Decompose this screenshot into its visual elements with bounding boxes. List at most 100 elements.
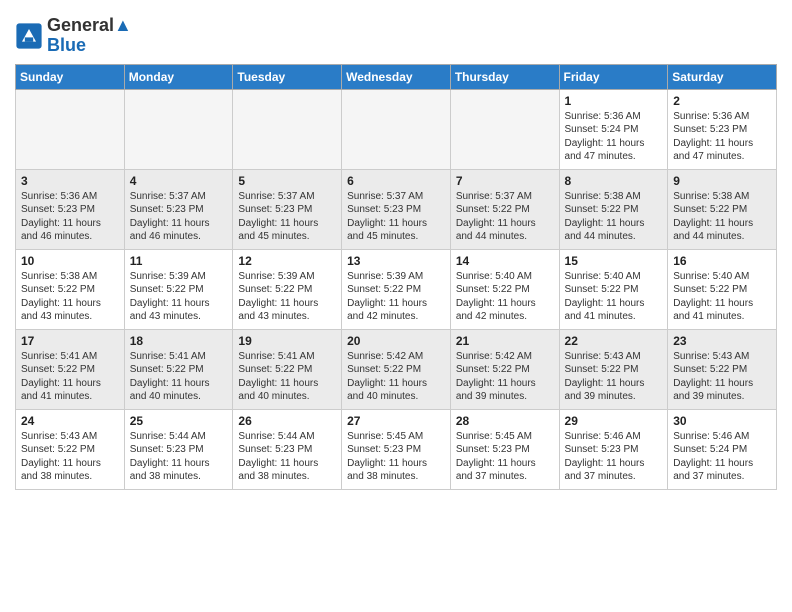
day-info: Sunrise: 5:37 AM Sunset: 5:23 PM Dayligh… [347, 190, 445, 244]
day-number: 10 [21, 254, 119, 268]
day-number: 18 [130, 334, 228, 348]
calendar-cell: 12 Sunrise: 5:39 AM Sunset: 5:22 PM Dayli… [233, 249, 342, 329]
calendar-cell: 9 Sunrise: 5:38 AM Sunset: 5:22 PM Daylig… [668, 169, 777, 249]
calendar-cell: 13 Sunrise: 5:39 AM Sunset: 5:22 PM Dayli… [342, 249, 451, 329]
calendar-cell: 20Sunrise: 5:42 AM Sunset: 5:22 PM Dayli… [342, 329, 451, 409]
day-number: 8 [565, 174, 663, 188]
calendar-cell: 8 Sunrise: 5:38 AM Sunset: 5:22 PM Daylig… [559, 169, 668, 249]
calendar-cell [450, 89, 559, 169]
day-number: 2 [673, 94, 771, 108]
day-info: Sunrise: 5:44 AM Sunset: 5:23 PM Dayligh… [130, 430, 228, 484]
day-number: 29 [565, 414, 663, 428]
calendar-cell: 28 Sunrise: 5:45 AM Sunset: 5:23 PM Dayli… [450, 409, 559, 489]
calendar-cell [342, 89, 451, 169]
day-number: 21 [456, 334, 554, 348]
weekday-header-wednesday: Wednesday [342, 64, 451, 89]
day-info: Sunrise: 5:39 AM Sunset: 5:22 PM Dayligh… [130, 270, 228, 324]
calendar-cell: 1 Sunrise: 5:36 AM Sunset: 5:24 PM Daylig… [559, 89, 668, 169]
calendar-cell: 21 Sunrise: 5:42 AM Sunset: 5:22 PM Dayli… [450, 329, 559, 409]
calendar: SundayMondayTuesdayWednesdayThursdayFrid… [15, 64, 777, 490]
day-info: Sunrise: 5:39 AM Sunset: 5:22 PM Dayligh… [238, 270, 336, 324]
calendar-cell: 3 Sunrise: 5:36 AM Sunset: 5:23 PM Daylig… [16, 169, 125, 249]
day-info: Sunrise: 5:38 AM Sunset: 5:22 PM Dayligh… [673, 190, 771, 244]
day-number: 25 [130, 414, 228, 428]
day-number: 17 [21, 334, 119, 348]
day-number: 6 [347, 174, 445, 188]
calendar-cell: 4Sunrise: 5:37 AM Sunset: 5:23 PM Daylig… [124, 169, 233, 249]
day-number: 9 [673, 174, 771, 188]
calendar-cell: 10 Sunrise: 5:38 AM Sunset: 5:22 PM Dayli… [16, 249, 125, 329]
day-number: 14 [456, 254, 554, 268]
day-info: Sunrise: 5:40 AM Sunset: 5:22 PM Dayligh… [565, 270, 663, 324]
day-info: Sunrise: 5:40 AM Sunset: 5:22 PM Dayligh… [456, 270, 554, 324]
day-number: 26 [238, 414, 336, 428]
day-info: Sunrise: 5:43 AM Sunset: 5:22 PM Dayligh… [673, 350, 771, 404]
day-number: 20 [347, 334, 445, 348]
calendar-cell: 30 Sunrise: 5:46 AM Sunset: 5:24 PM Dayli… [668, 409, 777, 489]
logo: General▲ Blue [15, 16, 132, 56]
day-info: Sunrise: 5:41 AM Sunset: 5:22 PM Dayligh… [130, 350, 228, 404]
day-number: 13 [347, 254, 445, 268]
day-number: 5 [238, 174, 336, 188]
calendar-cell: 14 Sunrise: 5:40 AM Sunset: 5:22 PM Dayli… [450, 249, 559, 329]
weekday-header-sunday: Sunday [16, 64, 125, 89]
day-info: Sunrise: 5:45 AM Sunset: 5:23 PM Dayligh… [456, 430, 554, 484]
day-info: Sunrise: 5:36 AM Sunset: 5:23 PM Dayligh… [673, 110, 771, 164]
day-number: 11 [130, 254, 228, 268]
calendar-cell: 27Sunrise: 5:45 AM Sunset: 5:23 PM Dayli… [342, 409, 451, 489]
page-header: General▲ Blue [15, 10, 777, 56]
day-number: 24 [21, 414, 119, 428]
day-info: Sunrise: 5:41 AM Sunset: 5:22 PM Dayligh… [238, 350, 336, 404]
day-info: Sunrise: 5:46 AM Sunset: 5:24 PM Dayligh… [673, 430, 771, 484]
day-info: Sunrise: 5:37 AM Sunset: 5:23 PM Dayligh… [238, 190, 336, 244]
day-number: 23 [673, 334, 771, 348]
day-info: Sunrise: 5:43 AM Sunset: 5:22 PM Dayligh… [565, 350, 663, 404]
weekday-header-saturday: Saturday [668, 64, 777, 89]
calendar-cell: 17 Sunrise: 5:41 AM Sunset: 5:22 PM Dayli… [16, 329, 125, 409]
calendar-cell: 23 Sunrise: 5:43 AM Sunset: 5:22 PM Dayli… [668, 329, 777, 409]
day-info: Sunrise: 5:44 AM Sunset: 5:23 PM Dayligh… [238, 430, 336, 484]
day-number: 28 [456, 414, 554, 428]
day-number: 12 [238, 254, 336, 268]
calendar-cell: 2 Sunrise: 5:36 AM Sunset: 5:23 PM Daylig… [668, 89, 777, 169]
day-info: Sunrise: 5:41 AM Sunset: 5:22 PM Dayligh… [21, 350, 119, 404]
weekday-header-monday: Monday [124, 64, 233, 89]
day-info: Sunrise: 5:37 AM Sunset: 5:22 PM Dayligh… [456, 190, 554, 244]
day-info: Sunrise: 5:42 AM Sunset: 5:22 PM Dayligh… [456, 350, 554, 404]
weekday-header-friday: Friday [559, 64, 668, 89]
day-info: Sunrise: 5:38 AM Sunset: 5:22 PM Dayligh… [565, 190, 663, 244]
calendar-cell [233, 89, 342, 169]
day-info: Sunrise: 5:38 AM Sunset: 5:22 PM Dayligh… [21, 270, 119, 324]
day-number: 30 [673, 414, 771, 428]
calendar-cell: 19Sunrise: 5:41 AM Sunset: 5:22 PM Dayli… [233, 329, 342, 409]
logo-icon [15, 22, 43, 50]
calendar-cell: 7 Sunrise: 5:37 AM Sunset: 5:22 PM Daylig… [450, 169, 559, 249]
calendar-cell: 16 Sunrise: 5:40 AM Sunset: 5:22 PM Dayli… [668, 249, 777, 329]
day-number: 16 [673, 254, 771, 268]
calendar-cell [124, 89, 233, 169]
day-info: Sunrise: 5:36 AM Sunset: 5:23 PM Dayligh… [21, 190, 119, 244]
day-number: 15 [565, 254, 663, 268]
calendar-cell: 15 Sunrise: 5:40 AM Sunset: 5:22 PM Dayli… [559, 249, 668, 329]
calendar-cell: 5 Sunrise: 5:37 AM Sunset: 5:23 PM Daylig… [233, 169, 342, 249]
day-number: 22 [565, 334, 663, 348]
calendar-cell: 18 Sunrise: 5:41 AM Sunset: 5:22 PM Dayli… [124, 329, 233, 409]
day-info: Sunrise: 5:45 AM Sunset: 5:23 PM Dayligh… [347, 430, 445, 484]
calendar-cell [16, 89, 125, 169]
calendar-cell: 29 Sunrise: 5:46 AM Sunset: 5:23 PM Dayli… [559, 409, 668, 489]
day-number: 7 [456, 174, 554, 188]
calendar-cell: 11 Sunrise: 5:39 AM Sunset: 5:22 PM Dayli… [124, 249, 233, 329]
calendar-cell: 25 Sunrise: 5:44 AM Sunset: 5:23 PM Dayli… [124, 409, 233, 489]
calendar-cell: 22 Sunrise: 5:43 AM Sunset: 5:22 PM Dayli… [559, 329, 668, 409]
day-number: 3 [21, 174, 119, 188]
day-number: 1 [565, 94, 663, 108]
day-info: Sunrise: 5:36 AM Sunset: 5:24 PM Dayligh… [565, 110, 663, 164]
weekday-header-tuesday: Tuesday [233, 64, 342, 89]
calendar-cell: 24Sunrise: 5:43 AM Sunset: 5:22 PM Dayli… [16, 409, 125, 489]
day-info: Sunrise: 5:40 AM Sunset: 5:22 PM Dayligh… [673, 270, 771, 324]
weekday-header-thursday: Thursday [450, 64, 559, 89]
day-number: 4 [130, 174, 228, 188]
logo-text: General▲ Blue [47, 16, 132, 56]
day-info: Sunrise: 5:46 AM Sunset: 5:23 PM Dayligh… [565, 430, 663, 484]
day-info: Sunrise: 5:39 AM Sunset: 5:22 PM Dayligh… [347, 270, 445, 324]
